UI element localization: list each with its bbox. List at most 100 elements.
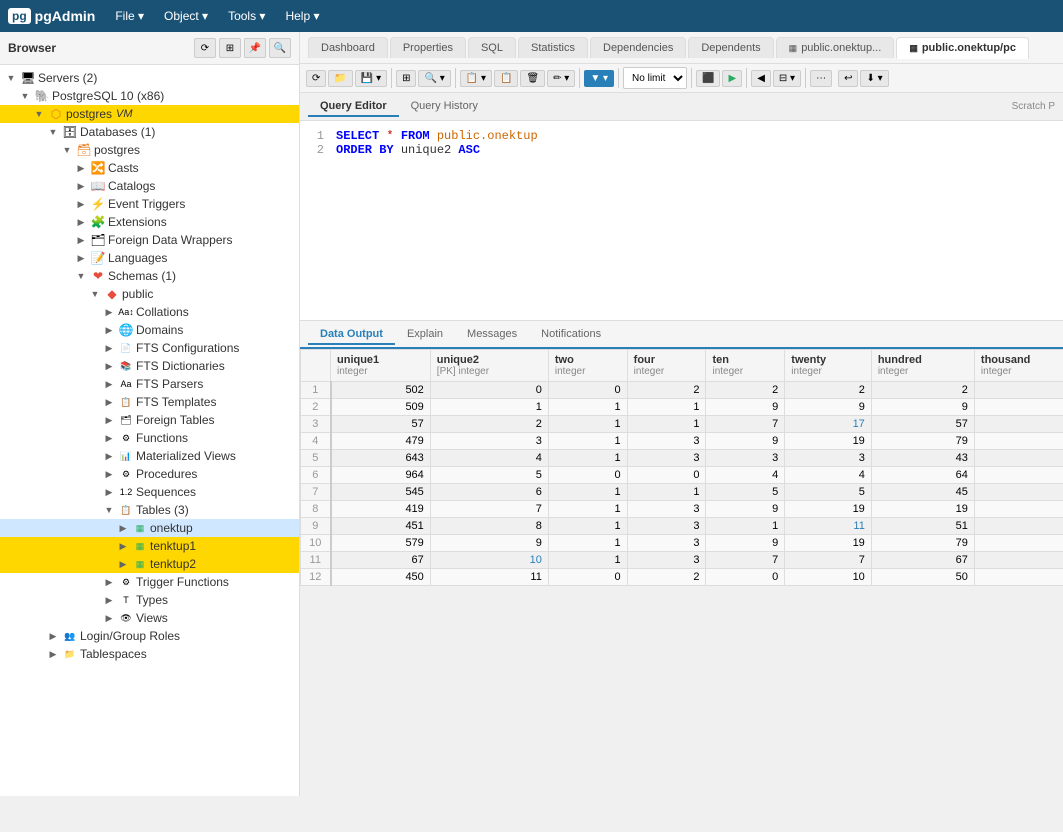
code-editor[interactable]: 1 SELECT * FROM public.onektup 2 ORDER B… [300, 121, 1063, 321]
tab-statistics[interactable]: Statistics [518, 37, 588, 58]
tree-collations[interactable]: ▶ Aa↕ Collations [0, 303, 299, 321]
col-unique1[interactable]: unique1 integer [331, 350, 431, 382]
tree-mat-views[interactable]: ▶ 📊 Materialized Views [0, 447, 299, 465]
col-ten[interactable]: ten integer [706, 350, 785, 382]
qt-delete-btn[interactable]: 🗑 [520, 70, 545, 87]
tree-postgresql[interactable]: ▼ 🐘 PostgreSQL 10 (x86) [0, 87, 299, 105]
tree-databases[interactable]: ▼ 🗄 Databases (1) [0, 123, 299, 141]
toggle-servers[interactable]: ▼ [4, 73, 18, 83]
qt-stop-btn[interactable]: ⬛ [696, 70, 720, 87]
tree-postgres-server[interactable]: ▼ ⬡ postgres VM [0, 105, 299, 123]
toggle-procedures[interactable]: ▶ [102, 469, 116, 480]
qt-download-btn[interactable]: 💾 ▾ [355, 70, 387, 87]
toggle-collations[interactable]: ▶ [102, 307, 116, 318]
tab-query-history[interactable]: Query History [399, 97, 490, 117]
tab-onektup1[interactable]: ▦ public.onektup... [776, 37, 895, 58]
tree-trigger-functions[interactable]: ▶ ⚙ Trigger Functions [0, 573, 299, 591]
tab-data-output[interactable]: Data Output [308, 325, 395, 345]
browser-refresh-btn[interactable]: ⟳ [194, 38, 216, 58]
tree-sequences[interactable]: ▶ 1.2 Sequences [0, 483, 299, 501]
toggle-public-schema[interactable]: ▼ [88, 289, 102, 299]
qt-run-btn[interactable]: ▶ [722, 70, 742, 87]
toggle-tablespaces[interactable]: ▶ [46, 649, 60, 660]
toggle-fts-parsers[interactable]: ▶ [102, 379, 116, 390]
tree-extensions[interactable]: ▶ 🧩 Extensions [0, 213, 299, 231]
toggle-fts-templates[interactable]: ▶ [102, 397, 116, 408]
tree-foreign-data[interactable]: ▶ 🗂 Foreign Data Wrappers [0, 231, 299, 249]
qt-import-btn[interactable]: ⬇ ▾ [860, 70, 888, 87]
toggle-extensions[interactable]: ▶ [74, 217, 88, 228]
browser-grid-btn[interactable]: ⊞ [219, 38, 241, 58]
tree-domains[interactable]: ▶ 🌐 Domains [0, 321, 299, 339]
tree-procedures[interactable]: ▶ ⚙ Procedures [0, 465, 299, 483]
tree-db-postgres[interactable]: ▼ 🗃 postgres [0, 141, 299, 159]
tab-dependents[interactable]: Dependents [688, 37, 773, 58]
toggle-mat-views[interactable]: ▶ [102, 451, 116, 462]
tree-onektup[interactable]: ▶ ▦ onektup [0, 519, 299, 537]
qt-filter-btn[interactable]: ▼ ▾ [584, 70, 614, 87]
browser-pin-btn[interactable]: 📌 [244, 38, 266, 58]
tab-sql[interactable]: SQL [468, 37, 516, 58]
browser-search-btn[interactable]: 🔍 [269, 38, 291, 58]
col-two[interactable]: two integer [548, 350, 627, 382]
tab-dependencies[interactable]: Dependencies [590, 37, 686, 58]
toggle-functions[interactable]: ▶ [102, 433, 116, 444]
toggle-tenktup2[interactable]: ▶ [116, 559, 130, 570]
tab-explain[interactable]: Explain [395, 325, 455, 345]
tree-tablespaces[interactable]: ▶ 📁 Tablespaces [0, 645, 299, 663]
tree-tenktup2[interactable]: ▶ ▦ tenktup2 [0, 555, 299, 573]
qt-back-btn[interactable]: ◀ [751, 70, 771, 87]
toggle-types[interactable]: ▶ [102, 595, 116, 606]
tree-public-schema[interactable]: ▼ ◆ public [0, 285, 299, 303]
qt-copy-btn[interactable]: 📋 ▾ [460, 70, 492, 87]
tab-dashboard[interactable]: Dashboard [308, 37, 388, 58]
toggle-postgres-server[interactable]: ▼ [32, 109, 46, 119]
col-thousand[interactable]: thousand integer [974, 350, 1063, 382]
tab-messages[interactable]: Messages [455, 325, 529, 345]
data-table-container[interactable]: unique1 integer unique2 [PK] integer two… [300, 349, 1063, 796]
tree-fts-templates[interactable]: ▶ 📋 FTS Templates [0, 393, 299, 411]
qt-paste-btn[interactable]: 📋 [494, 70, 518, 87]
qt-more-btn[interactable]: ⋯ [810, 70, 832, 87]
col-four[interactable]: four integer [627, 350, 706, 382]
toggle-catalogs[interactable]: ▶ [74, 181, 88, 192]
menu-help[interactable]: Help ▾ [277, 5, 327, 27]
tree-casts[interactable]: ▶ 🔀 Casts [0, 159, 299, 177]
toggle-domains[interactable]: ▶ [102, 325, 116, 336]
toggle-roles[interactable]: ▶ [46, 631, 60, 642]
qt-grid-btn[interactable]: ⊞ [396, 70, 416, 87]
menu-file[interactable]: File ▾ [107, 5, 152, 27]
toggle-event-triggers[interactable]: ▶ [74, 199, 88, 210]
tree-fts-configs[interactable]: ▶ 📄 FTS Configurations [0, 339, 299, 357]
toggle-onektup[interactable]: ▶ [116, 523, 130, 534]
tree-schemas[interactable]: ▼ ❤ Schemas (1) [0, 267, 299, 285]
tree-roles[interactable]: ▶ 👥 Login/Group Roles [0, 627, 299, 645]
tree-tables[interactable]: ▼ 📋 Tables (3) [0, 501, 299, 519]
col-hundred[interactable]: hundred integer [871, 350, 974, 382]
qt-search-btn[interactable]: 🔍 ▾ [418, 70, 450, 87]
qt-edit-btn[interactable]: ✏ ▾ [547, 70, 575, 87]
tree-functions[interactable]: ▶ ⚙ Functions [0, 429, 299, 447]
tree-types[interactable]: ▶ T Types [0, 591, 299, 609]
toggle-languages[interactable]: ▶ [74, 253, 88, 264]
toggle-postgresql[interactable]: ▼ [18, 91, 32, 101]
col-twenty[interactable]: twenty integer [785, 350, 872, 382]
menu-object[interactable]: Object ▾ [156, 5, 216, 27]
toggle-foreign-tables[interactable]: ▶ [102, 415, 116, 426]
tab-onektup2[interactable]: ▦ public.onektup/pc [896, 37, 1029, 59]
tree-views[interactable]: ▶ 👁 Views [0, 609, 299, 627]
col-unique2[interactable]: unique2 [PK] integer [430, 350, 548, 382]
toggle-schemas[interactable]: ▼ [74, 271, 88, 281]
toggle-fts-configs[interactable]: ▶ [102, 343, 116, 354]
toggle-databases[interactable]: ▼ [46, 127, 60, 137]
qt-save-btn[interactable]: 📁 [328, 70, 352, 87]
toggle-fts-dicts[interactable]: ▶ [102, 361, 116, 372]
toggle-tables[interactable]: ▼ [102, 505, 116, 515]
toggle-foreign-data[interactable]: ▶ [74, 235, 88, 246]
toggle-casts[interactable]: ▶ [74, 163, 88, 174]
tree-languages[interactable]: ▶ 📝 Languages [0, 249, 299, 267]
tree-fts-dicts[interactable]: ▶ 📚 FTS Dictionaries [0, 357, 299, 375]
tree-fts-parsers[interactable]: ▶ Aa FTS Parsers [0, 375, 299, 393]
tab-query-editor[interactable]: Query Editor [308, 97, 399, 117]
qt-limit-select[interactable]: No limit 100 500 1000 [623, 67, 687, 89]
